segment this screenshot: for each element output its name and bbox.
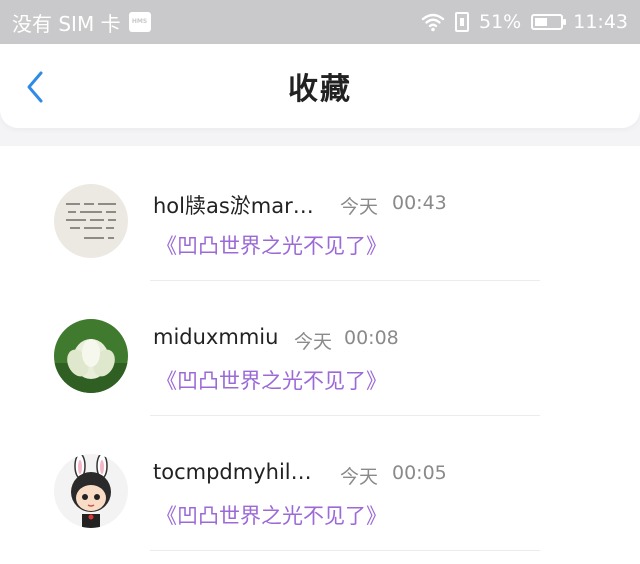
nav-bar: 收藏 — [0, 44, 640, 128]
favorite-item[interactable]: miduxmmiu 今天 00:08 《凹凸世界之光不见了》 — [0, 281, 640, 416]
clock: 11:43 — [573, 11, 628, 33]
chevron-left-icon — [27, 71, 43, 103]
carrier-label: 没有 SIM 卡 — [12, 11, 121, 36]
item-time: 00:05 — [392, 462, 447, 484]
item-name: hol牍as淤mar… — [153, 194, 314, 218]
item-name: tocmpdmyhil… — [153, 460, 312, 484]
avatar — [54, 454, 128, 528]
calligraphy-avatar-icon — [54, 184, 128, 258]
status-bar: 没有 SIM 卡 HMS 51% 11:43 — [0, 0, 640, 44]
battery-percent: 51% — [479, 11, 522, 33]
status-left: 没有 SIM 卡 HMS — [12, 8, 151, 37]
avatar — [54, 184, 128, 258]
lotus-avatar-icon — [54, 319, 128, 393]
avatar — [54, 319, 128, 393]
back-button[interactable] — [18, 70, 52, 104]
item-date: 今天 — [340, 466, 379, 488]
page-title: 收藏 — [288, 72, 352, 107]
item-date: 今天 — [340, 196, 379, 218]
item-message: 《凹凸世界之光不见了》 — [156, 369, 387, 393]
favorite-item[interactable]: hol牍as淤mar… 今天 00:43 《凹凸世界之光不见了》 — [0, 146, 640, 281]
favorite-item[interactable]: tocmpdmyhil… 今天 00:05 《凹凸世界之光不见了》 — [0, 416, 640, 551]
item-date: 今天 — [294, 331, 333, 353]
item-time: 00:43 — [392, 192, 447, 214]
item-message: 《凹凸世界之光不见了》 — [156, 504, 387, 528]
battery-saver-icon — [455, 12, 469, 32]
battery-icon — [531, 14, 567, 30]
hms-icon: HMS — [128, 12, 151, 32]
divider — [150, 550, 540, 551]
wifi-icon — [421, 13, 445, 32]
battery-fill — [535, 18, 548, 26]
item-name: miduxmmiu — [153, 325, 279, 349]
bunny-character-avatar-icon — [54, 454, 128, 528]
favorites-list: hol牍as淤mar… 今天 00:43 《凹凸世界之光不见了》 miduxmm… — [0, 146, 640, 564]
item-message: 《凹凸世界之光不见了》 — [156, 234, 387, 258]
item-time: 00:08 — [344, 327, 399, 349]
status-right: 51% 11:43 — [421, 11, 628, 33]
